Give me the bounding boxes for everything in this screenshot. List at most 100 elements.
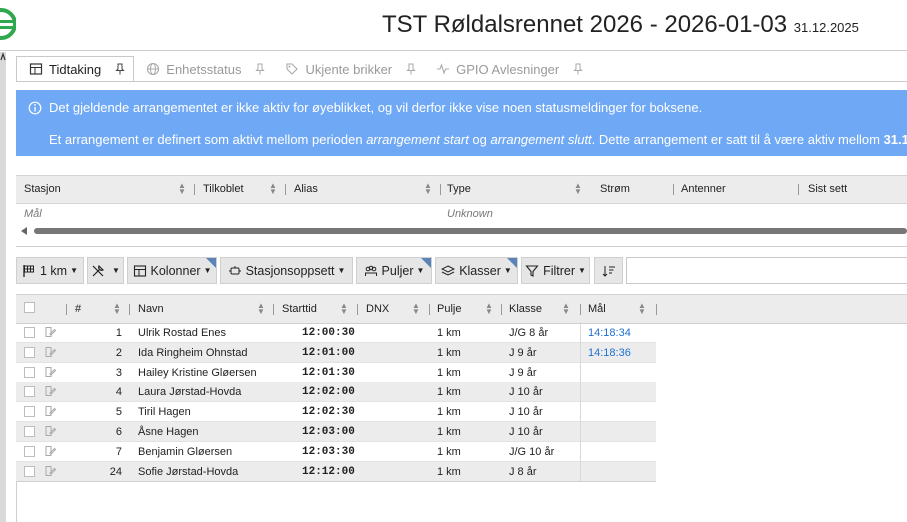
row-checkbox[interactable] <box>24 346 35 358</box>
edit-icon[interactable] <box>44 366 56 378</box>
tab-enhetsstatus[interactable]: Enhetsstatus <box>134 56 273 82</box>
col-maal[interactable]: Mål <box>588 303 606 315</box>
row-checkbox[interactable] <box>24 366 35 378</box>
filtrer-dropdown[interactable]: Filtrer ▼ <box>521 257 590 284</box>
cell-klasse: J 10 år <box>509 406 543 419</box>
col-strom[interactable]: Strøm <box>600 183 630 195</box>
tab-gpio-avlesninger[interactable]: GPIO Avlesninger <box>424 56 591 82</box>
pin-icon[interactable] <box>406 63 416 75</box>
cell-klasse: J 9 år <box>509 346 537 359</box>
edit-icon[interactable] <box>44 346 56 358</box>
col-sist-sett[interactable]: Sist sett <box>808 183 847 195</box>
cell-nr: 6 <box>115 426 122 438</box>
edit-icon[interactable] <box>44 385 56 397</box>
col-klasse[interactable]: Klasse <box>509 303 542 315</box>
col-starttid[interactable]: Starttid <box>282 303 317 315</box>
edit-icon[interactable] <box>44 326 56 338</box>
sort-button[interactable] <box>594 257 623 284</box>
edit-icon[interactable] <box>44 425 56 437</box>
up-arrow-icon[interactable] <box>0 52 6 62</box>
tab-ukjente-brikker[interactable]: Ukjente brikker <box>273 56 424 82</box>
distance-dropdown[interactable]: 1 km ▼ <box>16 257 84 284</box>
row-checkbox[interactable] <box>24 406 35 418</box>
cell-pulje: 1 km <box>437 327 461 339</box>
table-row[interactable]: 4 Laura Jørstad-Hovda 12:02:00 1 km J 10 år <box>16 382 656 403</box>
tools-icon <box>92 264 105 276</box>
col-tilkoblet[interactable]: Tilkoblet <box>203 183 244 195</box>
sort-icon[interactable]: ▲ ▼ <box>562 302 570 316</box>
tools-dropdown[interactable]: ▼ <box>87 257 124 284</box>
layers-icon <box>441 264 456 276</box>
row-checkbox[interactable] <box>24 445 35 457</box>
col-alias[interactable]: Alias <box>294 183 318 195</box>
cell-starttid: 12:01:30 <box>302 366 355 379</box>
section-divider <box>16 246 907 247</box>
sort-icon[interactable]: ▲ ▼ <box>412 302 420 316</box>
cell-maal[interactable]: 14:18:34 <box>588 327 631 339</box>
sort-icon[interactable]: ▲ ▼ <box>638 302 646 316</box>
cell-nr: 5 <box>115 406 122 419</box>
cell-klasse: J/G 8 år <box>509 327 549 339</box>
row-checkbox[interactable] <box>24 426 35 437</box>
flag-icon <box>23 264 34 277</box>
puljer-dropdown[interactable]: Puljer ▼ <box>356 257 432 284</box>
sort-icon[interactable]: ▲ ▼ <box>485 302 493 316</box>
edit-icon[interactable] <box>44 465 56 477</box>
stasjonsoppsett-dropdown[interactable]: Stasjonsoppsett ▼ <box>220 257 353 284</box>
left-scroll-strip[interactable] <box>0 52 6 522</box>
table-row[interactable]: 3 Hailey Kristine Gløersen 12:01:30 1 km J 9… <box>16 363 656 383</box>
sort-icon[interactable]: ▲ ▼ <box>113 302 121 316</box>
search-input[interactable] <box>626 257 907 284</box>
tab-tidtaking[interactable]: Tidtaking <box>16 56 135 82</box>
scroll-left-icon[interactable] <box>21 227 27 235</box>
station-type: Unknown <box>447 208 493 220</box>
station-row[interactable]: Mål Unknown <box>16 204 907 223</box>
cell-klasse: J 8 år <box>509 465 537 478</box>
col-pulje[interactable]: Pulje <box>437 303 461 315</box>
col-dnx[interactable]: DNX <box>366 303 389 315</box>
scrollbar-thumb[interactable] <box>34 228 907 234</box>
cell-klasse: J/G 10 år <box>509 445 555 458</box>
sort-icon[interactable]: ▲ ▼ <box>424 182 432 196</box>
sort-icon[interactable]: ▲ ▼ <box>340 302 348 316</box>
cell-pulje: 1 km <box>437 445 461 458</box>
puljer-label: Puljer <box>381 263 414 278</box>
cell-navn: Sofie Jørstad-Hovda <box>138 465 239 478</box>
sort-icon[interactable]: ▲ ▼ <box>257 302 265 316</box>
cell-navn: Ulrik Rostad Enes <box>138 327 227 339</box>
klasser-dropdown[interactable]: Klasser ▼ <box>435 257 518 284</box>
table-row[interactable]: 7 Benjamin Gløersen 12:03:30 1 km J/G 10 år <box>16 442 656 462</box>
col-stasjon[interactable]: Stasjon <box>24 183 61 195</box>
row-checkbox[interactable] <box>24 465 35 477</box>
col-antenner[interactable]: Antenner <box>681 183 726 195</box>
globe-icon <box>147 62 160 76</box>
edit-icon[interactable] <box>44 445 56 457</box>
horizontal-scrollbar[interactable] <box>16 225 907 237</box>
group-icon <box>364 265 377 276</box>
pin-icon[interactable] <box>573 63 583 75</box>
tab-underline <box>16 81 907 82</box>
row-checkbox[interactable] <box>24 386 35 398</box>
table-row[interactable]: 24 Sofie Jørstad-Hovda 12:12:00 1 km J 8 år <box>16 461 656 482</box>
table-row[interactable]: 2 Ida Ringheim Ohnstad 12:01:00 1 km J 9 år 1… <box>16 342 656 363</box>
col-nr[interactable]: # <box>75 303 81 315</box>
table-row[interactable]: 1 Ulrik Rostad Enes 12:00:30 1 km J/G 8 år 14… <box>16 323 656 343</box>
pin-icon[interactable] <box>255 63 266 75</box>
stasjonsoppsett-label: Stasjonsoppsett <box>245 263 335 278</box>
sort-icon[interactable]: ▲ ▼ <box>574 182 582 196</box>
col-type[interactable]: Type <box>447 183 471 195</box>
edit-icon[interactable] <box>44 405 56 417</box>
col-navn[interactable]: Navn <box>138 303 164 315</box>
table-icon <box>29 63 43 75</box>
cell-maal[interactable]: 14:18:36 <box>588 347 631 359</box>
row-checkbox[interactable] <box>24 327 35 338</box>
filter-icon <box>525 264 539 277</box>
cell-navn: Benjamin Gløersen <box>138 445 233 458</box>
table-row[interactable]: 6 Åsne Hagen 12:03:00 1 km J 10 år <box>16 422 656 442</box>
sort-icon[interactable]: ▲ ▼ <box>178 182 186 196</box>
kolonner-dropdown[interactable]: Kolonner ▼ <box>127 257 217 284</box>
sort-icon[interactable]: ▲ ▼ <box>269 182 277 196</box>
table-row[interactable]: 5 Tiril Hagen 12:02:30 1 km J 10 år <box>16 402 656 423</box>
select-all-checkbox[interactable] <box>24 302 35 313</box>
pin-icon[interactable] <box>115 63 125 75</box>
